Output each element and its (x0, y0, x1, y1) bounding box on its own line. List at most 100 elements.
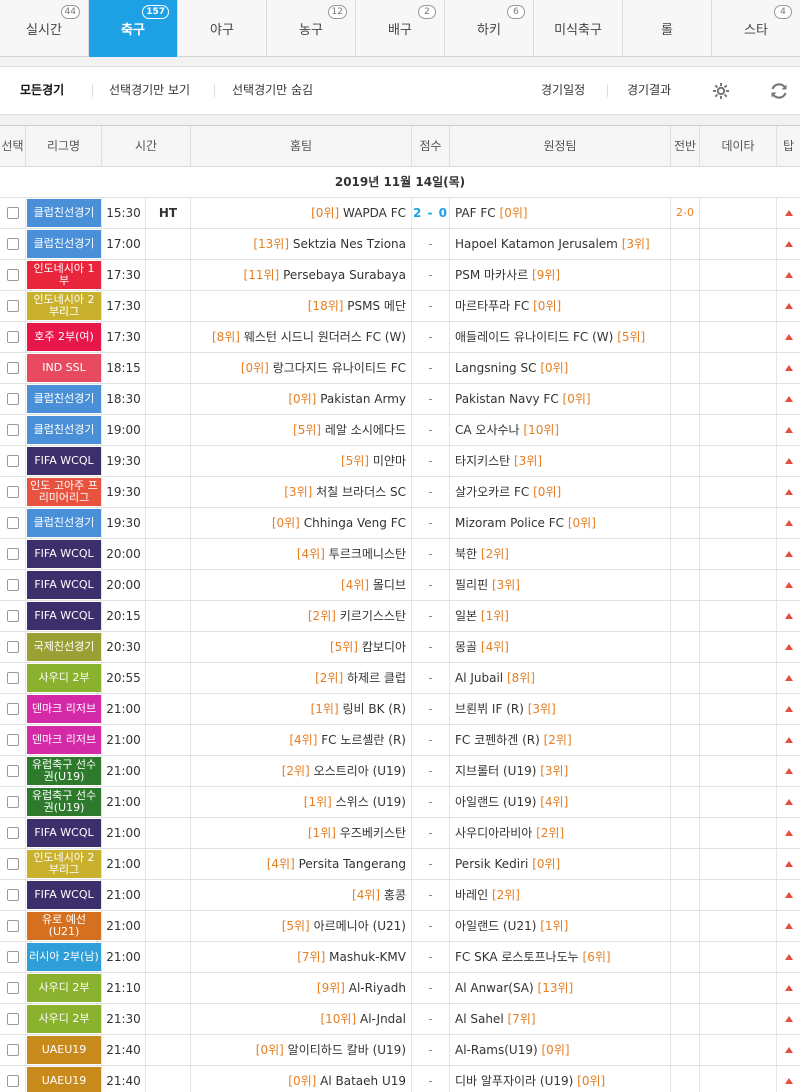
filter-show-selected-button[interactable]: 선택경기만 보기 (109, 67, 190, 114)
arrow-up-icon[interactable] (784, 829, 793, 836)
home-team-cell[interactable]: [5위] 아르메니아 (U21) (191, 911, 412, 941)
data-cell[interactable] (700, 322, 777, 352)
select-checkbox[interactable] (6, 392, 19, 405)
data-cell[interactable] (700, 198, 777, 228)
tab-6[interactable]: 미식축구 (534, 0, 623, 57)
away-team-cell[interactable]: Hapoel Katamon Jerusalem [3위] (450, 229, 671, 259)
arrow-up-icon[interactable] (784, 767, 793, 774)
arrow-up-icon[interactable] (784, 612, 793, 619)
home-team-cell[interactable]: [4위] 투르크메니스탄 (191, 539, 412, 569)
league-badge[interactable]: 사우디 2부 (27, 664, 101, 692)
data-cell[interactable] (700, 353, 777, 383)
away-team-cell[interactable]: 북한 [2위] (450, 539, 671, 569)
away-team-cell[interactable]: 살가오카르 FC [0위] (450, 477, 671, 507)
select-checkbox[interactable] (6, 888, 19, 901)
select-checkbox[interactable] (6, 671, 19, 684)
league-badge[interactable]: 인도네시아 2부리그 (27, 850, 101, 878)
select-checkbox[interactable] (6, 609, 19, 622)
away-team-cell[interactable]: Langsning SC [0위] (450, 353, 671, 383)
arrow-up-icon[interactable] (784, 860, 793, 867)
away-team-cell[interactable]: 아일랜드 (U19) [4위] (450, 787, 671, 817)
data-cell[interactable] (700, 570, 777, 600)
arrow-up-icon[interactable] (784, 705, 793, 712)
data-cell[interactable] (700, 260, 777, 290)
arrow-up-icon[interactable] (784, 736, 793, 743)
select-checkbox[interactable] (6, 485, 19, 498)
tab-0[interactable]: 실시간 44 (0, 0, 89, 57)
league-badge[interactable]: 클럽친선경기 (27, 416, 101, 444)
data-cell[interactable] (700, 446, 777, 476)
away-team-cell[interactable]: 사우디아라비아 [2위] (450, 818, 671, 848)
select-checkbox[interactable] (6, 1012, 19, 1025)
home-team-cell[interactable]: [4위] Persita Tangerang (191, 849, 412, 879)
arrow-up-icon[interactable] (784, 581, 793, 588)
arrow-up-icon[interactable] (784, 1046, 793, 1053)
data-cell[interactable] (700, 663, 777, 693)
league-badge[interactable]: 클럽친선경기 (27, 230, 101, 258)
away-team-cell[interactable]: Persik Kediri [0위] (450, 849, 671, 879)
home-team-cell[interactable]: [0위] 랑그다지드 유나이티드 FC (191, 353, 412, 383)
arrow-up-icon[interactable] (784, 643, 793, 650)
data-cell[interactable] (700, 849, 777, 879)
results-link[interactable]: 경기결과 (627, 67, 671, 114)
filter-all-button[interactable]: 모든경기 (20, 67, 64, 114)
home-team-cell[interactable]: [8위] 웨스턴 시드니 원더러스 FC (W) (191, 322, 412, 352)
tab-3[interactable]: 농구 12 (267, 0, 356, 57)
tab-4[interactable]: 배구 2 (356, 0, 445, 57)
away-team-cell[interactable]: 지브롤터 (U19) [3위] (450, 756, 671, 786)
data-cell[interactable] (700, 942, 777, 972)
arrow-up-icon[interactable] (784, 1015, 793, 1022)
data-cell[interactable] (700, 384, 777, 414)
select-checkbox[interactable] (6, 330, 19, 343)
select-checkbox[interactable] (6, 237, 19, 250)
select-checkbox[interactable] (6, 950, 19, 963)
select-checkbox[interactable] (6, 764, 19, 777)
home-team-cell[interactable]: [7위] Mashuk-KMV (191, 942, 412, 972)
home-team-cell[interactable]: [2위] 하제르 클럽 (191, 663, 412, 693)
home-team-cell[interactable]: [18위] PSMS 메단 (191, 291, 412, 321)
arrow-up-icon[interactable] (784, 798, 793, 805)
away-team-cell[interactable]: 애들레이드 유나이티드 FC (W) [5위] (450, 322, 671, 352)
away-team-cell[interactable]: 디바 알푸자이라 (U19) [0위] (450, 1066, 671, 1092)
arrow-up-icon[interactable] (784, 550, 793, 557)
home-team-cell[interactable]: [9위] Al-Riyadh (191, 973, 412, 1003)
home-team-cell[interactable]: [13위] Sektzia Nes Tziona (191, 229, 412, 259)
select-checkbox[interactable] (6, 733, 19, 746)
away-team-cell[interactable]: PSM 마카사르 [9위] (450, 260, 671, 290)
arrow-up-icon[interactable] (784, 953, 793, 960)
arrow-up-icon[interactable] (784, 519, 793, 526)
away-team-cell[interactable]: FC 코펜하겐 (R) [2위] (450, 725, 671, 755)
home-team-cell[interactable]: [2위] 키르기스스탄 (191, 601, 412, 631)
away-team-cell[interactable]: 마르타푸라 FC [0위] (450, 291, 671, 321)
home-team-cell[interactable]: [0위] Al Bataeh U19 (191, 1066, 412, 1092)
select-checkbox[interactable] (6, 857, 19, 870)
tab-1[interactable]: 축구 157 (89, 0, 178, 57)
league-badge[interactable]: 사우디 2부 (27, 974, 101, 1002)
league-badge[interactable]: 사우디 2부 (27, 1005, 101, 1033)
home-team-cell[interactable]: [5위] 레알 소시에다드 (191, 415, 412, 445)
league-badge[interactable]: 러시아 2부(남) (27, 943, 101, 971)
arrow-up-icon[interactable] (784, 395, 793, 402)
data-cell[interactable] (700, 291, 777, 321)
schedule-link[interactable]: 경기일정 (541, 67, 585, 114)
data-cell[interactable] (700, 1035, 777, 1065)
away-team-cell[interactable]: 일본 [1위] (450, 601, 671, 631)
select-checkbox[interactable] (6, 361, 19, 374)
arrow-up-icon[interactable] (784, 984, 793, 991)
league-badge[interactable]: UAEU19 (27, 1067, 101, 1092)
select-checkbox[interactable] (6, 1074, 19, 1087)
league-badge[interactable]: FIFA WCQL (27, 881, 101, 909)
data-cell[interactable] (700, 787, 777, 817)
home-team-cell[interactable]: [3위] 처칠 브라더스 SC (191, 477, 412, 507)
league-badge[interactable]: 인도네시아 2부리그 (27, 292, 101, 320)
league-badge[interactable]: FIFA WCQL (27, 571, 101, 599)
select-checkbox[interactable] (6, 206, 19, 219)
data-cell[interactable] (700, 1066, 777, 1092)
league-badge[interactable]: IND SSL (27, 354, 101, 382)
league-badge[interactable]: FIFA WCQL (27, 602, 101, 630)
away-team-cell[interactable]: Al Jubail [8위] (450, 663, 671, 693)
select-checkbox[interactable] (6, 299, 19, 312)
away-team-cell[interactable]: Al Anwar(SA) [13위] (450, 973, 671, 1003)
arrow-up-icon[interactable] (784, 426, 793, 433)
away-team-cell[interactable]: 브뢴뷔 IF (R) [3위] (450, 694, 671, 724)
